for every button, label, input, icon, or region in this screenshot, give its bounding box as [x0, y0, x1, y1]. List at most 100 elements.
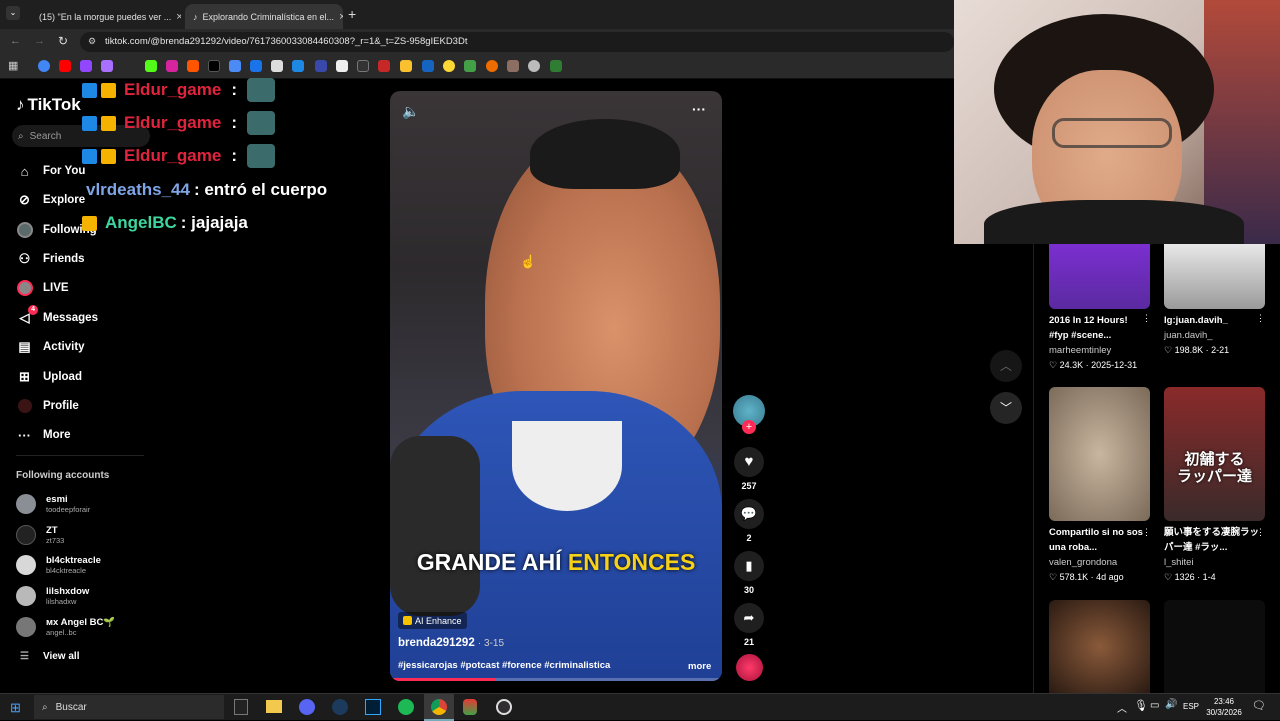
comment-button[interactable]: 💬 — [734, 499, 764, 529]
google-icon[interactable] — [38, 60, 50, 72]
feed-thumbnail[interactable] — [1049, 244, 1150, 309]
follow-plus-icon[interactable]: + — [742, 420, 756, 434]
twitch-icon[interactable] — [80, 60, 92, 72]
spotify-icon[interactable] — [398, 699, 414, 715]
chrome-taskbar-button[interactable] — [424, 694, 454, 721]
video-options-icon[interactable]: ··· — [692, 101, 706, 117]
bookmark-icon[interactable] — [464, 60, 476, 72]
bookmark-icon[interactable] — [528, 60, 540, 72]
bookmark-icon[interactable] — [336, 60, 348, 72]
like-button[interactable]: ♥ — [734, 447, 764, 477]
site-info-icon[interactable]: ⚙ — [88, 36, 96, 47]
feed-thumbnail[interactable]: 初舗する ラッパー達 — [1164, 387, 1265, 521]
bookmark-icon[interactable] — [507, 60, 519, 72]
next-video-button[interactable]: ﹀ — [990, 392, 1022, 424]
nav-profile[interactable]: Profile — [16, 395, 79, 417]
obs-icon[interactable] — [496, 699, 512, 715]
windows-start-icon[interactable]: ⊞ — [10, 700, 21, 716]
feed-item-info[interactable]: Compartilo si no sos una roba... valen_g… — [1049, 525, 1149, 585]
following-account[interactable]: lilshxdow lilshadxw — [16, 582, 89, 610]
forward-icon[interactable]: → — [34, 35, 45, 47]
following-account[interactable]: bl4cktreacle bl4cktreacle — [16, 551, 101, 579]
nav-explore[interactable]: ⊘ Explore — [16, 189, 85, 211]
nav-live[interactable]: LIVE — [16, 277, 69, 299]
instagram-icon[interactable] — [166, 60, 178, 72]
nav-messages[interactable]: ◁ 4 Messages — [16, 304, 98, 329]
feed-options-icon[interactable]: ⋮ — [1142, 313, 1151, 324]
sound-disc-icon[interactable] — [736, 654, 763, 681]
share-button[interactable]: ➦ — [734, 603, 764, 633]
view-all-link[interactable]: ☰ View all — [20, 651, 79, 662]
following-account[interactable]: ZT zt733 — [16, 521, 64, 549]
bookmark-icon[interactable] — [292, 60, 304, 72]
save-button[interactable]: ▮ — [734, 551, 764, 581]
x-icon[interactable] — [208, 60, 220, 72]
tab-criminalistica[interactable]: ♪ Explorando Criminalística en el... × — [185, 4, 343, 29]
bookmark-icon[interactable] — [250, 60, 262, 72]
soundcloud-icon[interactable] — [187, 60, 199, 72]
feed-item-info[interactable]: 2016 In 12 Hours! #fyp #scene... marheem… — [1049, 313, 1149, 373]
close-tab-icon[interactable]: × — [339, 11, 343, 23]
bookmark-icon[interactable] — [486, 60, 498, 72]
nav-more[interactable]: ··· More — [16, 424, 70, 446]
back-icon[interactable]: ← — [10, 35, 21, 47]
tab-search-icon[interactable]: ⌄ — [6, 6, 20, 20]
following-account[interactable]: ᴍx Angel BC🌱 angel..bc — [16, 613, 115, 641]
language-indicator[interactable]: ESP — [1183, 702, 1199, 711]
bookmark-icon[interactable] — [271, 60, 283, 72]
video-player[interactable]: 🔈 ··· GRANDE AHÍ ENTONCES AI Enhance bre… — [390, 91, 722, 681]
ai-enhance-badge[interactable]: AI Enhance — [398, 612, 467, 629]
feed-thumbnail[interactable] — [1049, 387, 1150, 521]
volume-icon[interactable]: 🔊 — [1165, 699, 1177, 710]
feed-options-icon[interactable]: ⋮ — [1256, 527, 1265, 538]
discord-icon[interactable] — [299, 699, 315, 715]
notifications-icon[interactable]: 🗨 — [1252, 699, 1266, 712]
taskbar-search-box[interactable]: ⌕ Buscar — [34, 695, 224, 719]
bookmark-icon[interactable] — [315, 60, 327, 72]
microphone-icon[interactable]: 🎙 — [1134, 699, 1148, 712]
epic-games-icon[interactable] — [234, 699, 248, 715]
translate-icon[interactable] — [229, 60, 241, 72]
network-icon[interactable]: ▭ — [1150, 700, 1159, 711]
bookmark-icon[interactable] — [378, 60, 390, 72]
kick-icon[interactable] — [145, 60, 157, 72]
feed-thumbnail[interactable] — [1164, 244, 1265, 309]
more-link[interactable]: more — [688, 661, 711, 672]
bookmark-icon[interactable] — [400, 60, 412, 72]
file-explorer-icon[interactable] — [266, 700, 282, 713]
feed-thumbnail[interactable] — [1164, 600, 1265, 693]
bookmark-icon[interactable] — [422, 60, 434, 72]
bookmark-icon[interactable] — [357, 60, 369, 72]
feed-item-info[interactable]: 願い事をする凄腕ラッパー達 #ラッ... l_shitei ♡ 1326 · 1… — [1164, 525, 1264, 585]
nav-friends[interactable]: ⚇ Friends — [16, 248, 85, 270]
youtube-bookmark-icon[interactable] — [59, 60, 71, 72]
photoshop-icon[interactable] — [365, 699, 381, 715]
nav-activity[interactable]: ▤ Activity — [16, 336, 84, 358]
new-tab-button[interactable]: + — [348, 6, 356, 22]
url-field[interactable]: tiktok.com/@brenda291292/video/761736003… — [80, 32, 954, 52]
tiktok-logo[interactable]: ♪ TikTok — [16, 95, 81, 115]
tab-morgue[interactable]: (15) "En la morgue puedes ver ... × — [26, 4, 181, 29]
clock[interactable]: 23:46 30/3/2026 — [1204, 696, 1244, 718]
video-hashtags[interactable]: #jessicarojas #potcast #forence #crimina… — [398, 660, 610, 671]
progress-bar[interactable] — [390, 678, 722, 681]
bookmark-icon[interactable] — [443, 60, 455, 72]
bookmark-icon[interactable] — [550, 60, 562, 72]
tray-chevron-icon[interactable]: ︿ — [1117, 700, 1127, 715]
app-icon[interactable] — [463, 699, 477, 715]
reload-icon[interactable]: ↻ — [58, 34, 68, 48]
close-tab-icon[interactable]: × — [176, 11, 181, 23]
apps-icon[interactable]: ▦ — [8, 59, 18, 72]
feed-thumbnail[interactable] — [1049, 600, 1150, 693]
feed-options-icon[interactable]: ⋮ — [1256, 313, 1265, 324]
feed-item-info[interactable]: Ig:juan.davih_ juan.davih_ ♡ 198.8K · 2-… — [1164, 313, 1264, 358]
feed-options-icon[interactable]: ⋮ — [1142, 527, 1151, 538]
mute-icon[interactable]: 🔈 — [402, 103, 419, 120]
following-account[interactable]: esmi toodeepforair — [16, 490, 90, 518]
video-author[interactable]: brenda291292 · 3-15 — [398, 637, 504, 649]
twitch-icon[interactable] — [101, 60, 113, 72]
steam-icon[interactable] — [332, 699, 348, 715]
nav-upload[interactable]: ⊞ Upload — [16, 366, 82, 388]
nav-for-you[interactable]: ⌂ For You — [16, 160, 86, 182]
previous-video-button[interactable]: ︿ — [990, 350, 1022, 382]
